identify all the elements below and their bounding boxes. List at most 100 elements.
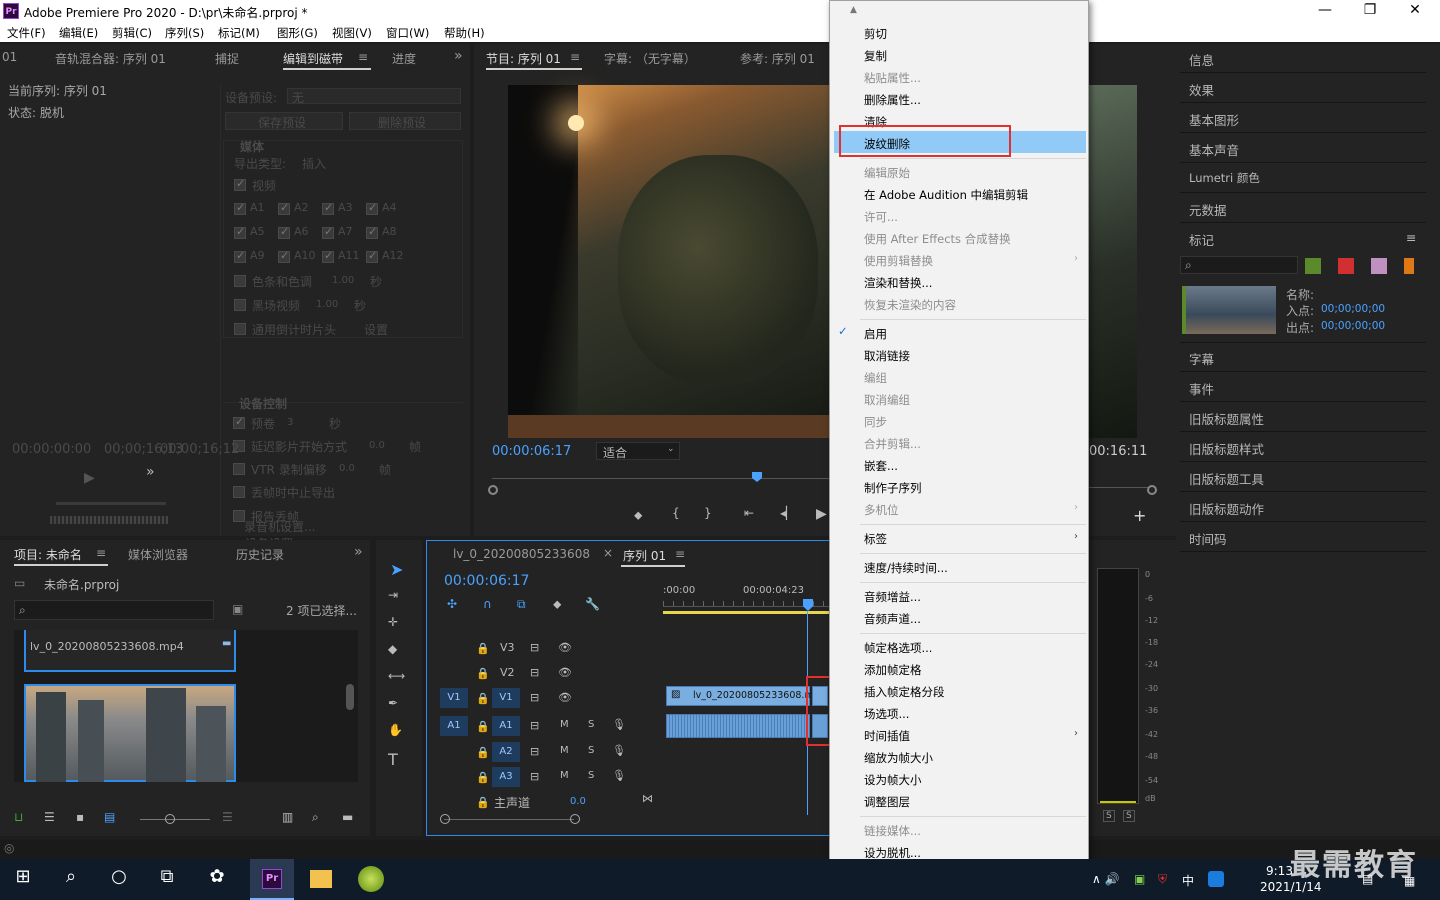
tab-project-menu-icon[interactable]: ≡ [96, 546, 106, 560]
mark-out-icon[interactable]: } [704, 506, 712, 520]
panel-essential-sound[interactable]: 基本声音 [1189, 140, 1239, 159]
menu-edit[interactable]: 编辑(E) [59, 25, 98, 41]
eye-icon[interactable]: 👁 [558, 641, 572, 654]
timeline-zoom-bar[interactable] [444, 819, 574, 820]
clip-thumbnail-2[interactable] [24, 684, 236, 782]
a2-checkbox[interactable] [278, 201, 290, 215]
context-menu-item[interactable]: 添加帧定格 [864, 662, 922, 678]
preroll-value[interactable]: 3 [287, 417, 293, 428]
track-a1-toggle[interactable]: A1 [492, 716, 520, 736]
clip-thumbnail-1[interactable]: lv_0_20200805233608.mp4 ▬ [24, 630, 236, 672]
play-button-icon[interactable]: ▶ [816, 506, 827, 522]
zoom-handle-right[interactable] [1147, 485, 1157, 495]
tab-edit-to-tape[interactable]: 编辑到磁带 [283, 50, 343, 67]
marker-thumbnail[interactable] [1182, 286, 1276, 334]
timeline-zoom-start[interactable] [440, 814, 450, 824]
context-menu-item[interactable]: 在 Adobe Audition 中编辑剪辑 [864, 187, 1028, 203]
color-bars-checkbox[interactable] [234, 275, 246, 287]
add-marker-icon[interactable]: ⬥ [634, 508, 642, 523]
timeline-zoom-end[interactable] [570, 814, 580, 824]
color-bars-value[interactable]: 1.00 [332, 275, 354, 286]
a12-checkbox[interactable] [366, 249, 378, 263]
microphone-icon[interactable]: 🎙 [612, 769, 626, 782]
sync-lock-icon[interactable]: ⊟ [530, 691, 539, 704]
a8-checkbox[interactable] [366, 225, 378, 239]
context-menu-item[interactable]: 复制 [864, 48, 887, 64]
mute-button[interactable]: M [560, 770, 569, 781]
program-timecode[interactable]: 00:00:06:17 [492, 444, 571, 459]
windows-start-icon[interactable]: ⊞ [8, 866, 38, 887]
eye-icon[interactable]: 👁 [558, 691, 572, 704]
go-to-in-icon[interactable]: ⇤ [744, 506, 754, 520]
tray-icons[interactable]: ∧ 🔊 [1092, 872, 1120, 886]
razor-tool-icon[interactable]: ◆ [388, 642, 397, 656]
playhead-marker[interactable] [752, 472, 762, 482]
panel-legacy-title-tools[interactable]: 旧版标题工具 [1189, 469, 1264, 488]
button-editor-icon[interactable]: + [1133, 506, 1146, 525]
track-a3-toggle[interactable]: A3 [492, 767, 520, 787]
context-menu-item[interactable]: 帧定格选项... [864, 640, 932, 656]
video-checkbox[interactable] [234, 177, 246, 191]
a1-checkbox[interactable] [234, 201, 246, 215]
nvidia-icon[interactable]: ▣ [1134, 872, 1145, 886]
fast-forward-icon[interactable]: » [146, 464, 155, 480]
step-back-icon[interactable]: ◂▏ [780, 506, 795, 520]
type-tool-icon[interactable]: T [388, 750, 398, 769]
context-menu-item[interactable]: 缩放为帧大小 [864, 750, 933, 766]
app-ball-icon[interactable] [358, 866, 384, 892]
tab-reference[interactable]: 参考: 序列 01 [740, 50, 815, 67]
sync-lock-icon[interactable]: ⊟ [530, 719, 539, 732]
close-tab-icon[interactable]: × [603, 546, 613, 560]
solo-button[interactable]: S [588, 770, 594, 781]
panel-legacy-title-properties[interactable]: 旧版标题属性 [1189, 409, 1264, 428]
track-lock-icon[interactable]: 🔒 [476, 771, 490, 784]
qq-icon[interactable] [1208, 871, 1224, 887]
task-view-icon[interactable]: ⧉ [152, 866, 182, 887]
fit-select[interactable]: 适合 ⌄ [596, 442, 680, 460]
tab-program[interactable]: 节目: 序列 01 [486, 50, 561, 67]
record-settings-button[interactable]: 录音机设置... [244, 518, 315, 535]
panel-markers[interactable]: 标记 [1189, 230, 1214, 249]
file-explorer-icon[interactable] [310, 870, 332, 888]
track-v1-toggle[interactable]: V1 [492, 688, 520, 708]
tab-progress[interactable]: 进度 [392, 50, 416, 67]
tab-audio-mixer[interactable]: 音轨混合器: 序列 01 [55, 50, 166, 67]
tab-media-browser[interactable]: 媒体浏览器 [128, 546, 188, 563]
more-tabs-icon[interactable]: » [454, 48, 463, 64]
context-menu-item[interactable]: 时间插值 [864, 728, 910, 744]
tab-menu-icon[interactable]: ≡ [358, 50, 368, 64]
solo-button[interactable]: S [588, 719, 594, 730]
slip-tool-icon[interactable]: ⟷ [388, 669, 405, 683]
menu-help[interactable]: 帮助(H) [444, 25, 485, 41]
marker-color-green[interactable] [1305, 258, 1321, 274]
countdown-settings-button[interactable]: 设置 [364, 321, 388, 338]
master-volume-value[interactable]: 0.0 [570, 796, 586, 807]
zoom-handle[interactable] [488, 485, 498, 495]
source-v1-button[interactable]: V1 [440, 688, 468, 708]
context-menu-item[interactable]: 调整图层 [864, 794, 910, 810]
save-preset-button[interactable]: 保存预设 [225, 112, 343, 130]
countdown-checkbox[interactable] [234, 323, 246, 335]
sync-lock-icon[interactable]: ⊟ [530, 641, 539, 654]
track-lock-icon[interactable]: 🔒 [476, 720, 490, 733]
microphone-icon[interactable]: 🎙 [612, 744, 626, 757]
context-menu-item[interactable]: 嵌套... [864, 458, 898, 474]
track-select-tool-icon[interactable]: ⇥ [388, 588, 398, 602]
project-search-input[interactable]: ⌕ [14, 600, 214, 620]
clock-time[interactable]: 9:13 [1266, 864, 1293, 878]
new-bin-icon[interactable]: ▬ [342, 810, 353, 824]
markers-menu-icon[interactable]: ≡ [1406, 230, 1416, 245]
context-menu-item[interactable]: 音频声道... [864, 611, 921, 627]
context-menu-item[interactable]: 插入帧定格分段 [864, 684, 945, 700]
context-menu-item[interactable]: 删除属性... [864, 92, 921, 108]
go-to-end-icon[interactable]: ⋈ [642, 792, 653, 805]
marker-color-violet[interactable] [1371, 258, 1387, 274]
context-menu-item[interactable]: 取消链接 [864, 348, 910, 364]
vtr-checkbox[interactable] [233, 463, 245, 475]
automate-icon[interactable]: ▥ [282, 810, 293, 824]
shuttle-bar[interactable] [50, 516, 168, 524]
delete-preset-button[interactable]: 删除预设 [349, 112, 461, 130]
tab-history[interactable]: 历史记录 [236, 546, 284, 563]
track-lock-icon[interactable]: 🔒 [476, 692, 490, 705]
eye-icon[interactable]: 👁 [558, 666, 572, 679]
